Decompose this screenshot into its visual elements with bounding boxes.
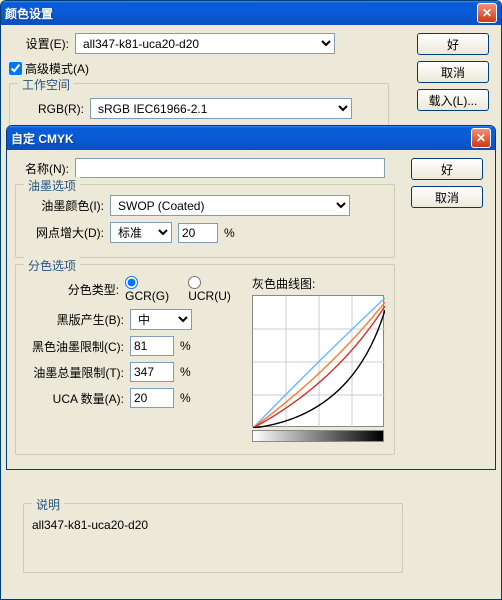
cancel-button[interactable]: 取消 (417, 61, 489, 83)
pct-label: % (180, 391, 191, 405)
title-back: 颜色设置 (5, 5, 477, 22)
settings-label: 设置(E): (9, 35, 69, 52)
blackgen-select[interactable]: 中 (130, 309, 192, 330)
close-icon[interactable]: ✕ (471, 128, 491, 148)
ucr-radio[interactable] (188, 276, 201, 289)
curves-label: 灰色曲线图: (252, 275, 384, 292)
ucr-radio-label[interactable]: UCR(U) (188, 275, 244, 303)
load-button[interactable]: 载入(L)... (417, 89, 489, 111)
close-icon[interactable]: ✕ (477, 3, 497, 23)
settings-select[interactable]: all347-k81-uca20-d20 (75, 33, 335, 54)
description-group: 说明 all347-k81-uca20-d20 (23, 503, 403, 573)
blackgen-label: 黑版产生(B): (24, 311, 124, 328)
rgb-select[interactable]: sRGB IEC61966-2.1 (90, 98, 352, 119)
gcr-radio[interactable] (125, 276, 138, 289)
ink-legend: 油墨选项 (24, 177, 80, 194)
name-label: 名称(N): (15, 160, 69, 177)
dotgain-mode-select[interactable]: 标准 (110, 222, 172, 243)
name-input[interactable] (75, 158, 385, 178)
uca-label: UCA 数量(A): (24, 390, 124, 407)
titlebar-front: 自定 CMYK ✕ (7, 126, 495, 150)
sep-type-label: 分色类型: (24, 281, 119, 298)
advanced-checkbox[interactable] (9, 62, 22, 75)
pct-label: % (180, 365, 191, 379)
blacklimit-label: 黑色油墨限制(C): (24, 338, 124, 355)
ink-color-label: 油墨颜色(I): (24, 197, 104, 214)
totallimit-label: 油墨总量限制(T): (24, 364, 124, 381)
rgb-label: RGB(R): (18, 102, 84, 116)
custom-cmyk-window: 自定 CMYK ✕ 好 取消 名称(N): 油墨选项 油墨颜色(I): SWOP… (6, 125, 496, 470)
workspace-legend: 工作空间 (18, 76, 74, 93)
titlebar-back: 颜色设置 ✕ (1, 1, 501, 25)
dotgain-value-input[interactable] (178, 223, 218, 243)
dotgain-label: 网点增大(D): (24, 224, 104, 241)
cancel-button[interactable]: 取消 (411, 186, 483, 208)
ok-button[interactable]: 好 (411, 158, 483, 180)
gradient-bar (252, 430, 384, 442)
description-legend: 说明 (32, 496, 64, 513)
description-text: all347-k81-uca20-d20 (32, 518, 394, 532)
blacklimit-input[interactable] (130, 336, 174, 356)
advanced-label: 高级模式(A) (25, 60, 89, 77)
ok-button[interactable]: 好 (417, 33, 489, 55)
pct-label: % (180, 339, 191, 353)
gray-curves-chart (252, 295, 384, 427)
sep-legend: 分色选项 (24, 257, 80, 274)
separation-options-group: 分色选项 分色类型: GCR(G) UCR(U) 黑版产生(B): 中 (15, 264, 395, 455)
ink-color-select[interactable]: SWOP (Coated) (110, 195, 350, 216)
pct-label: % (224, 226, 235, 240)
uca-input[interactable] (130, 388, 174, 408)
gcr-radio-label[interactable]: GCR(G) (125, 275, 182, 303)
totallimit-input[interactable] (130, 362, 174, 382)
ink-options-group: 油墨选项 油墨颜色(I): SWOP (Coated) 网点增大(D): 标准 … (15, 184, 395, 258)
title-front: 自定 CMYK (11, 130, 471, 147)
